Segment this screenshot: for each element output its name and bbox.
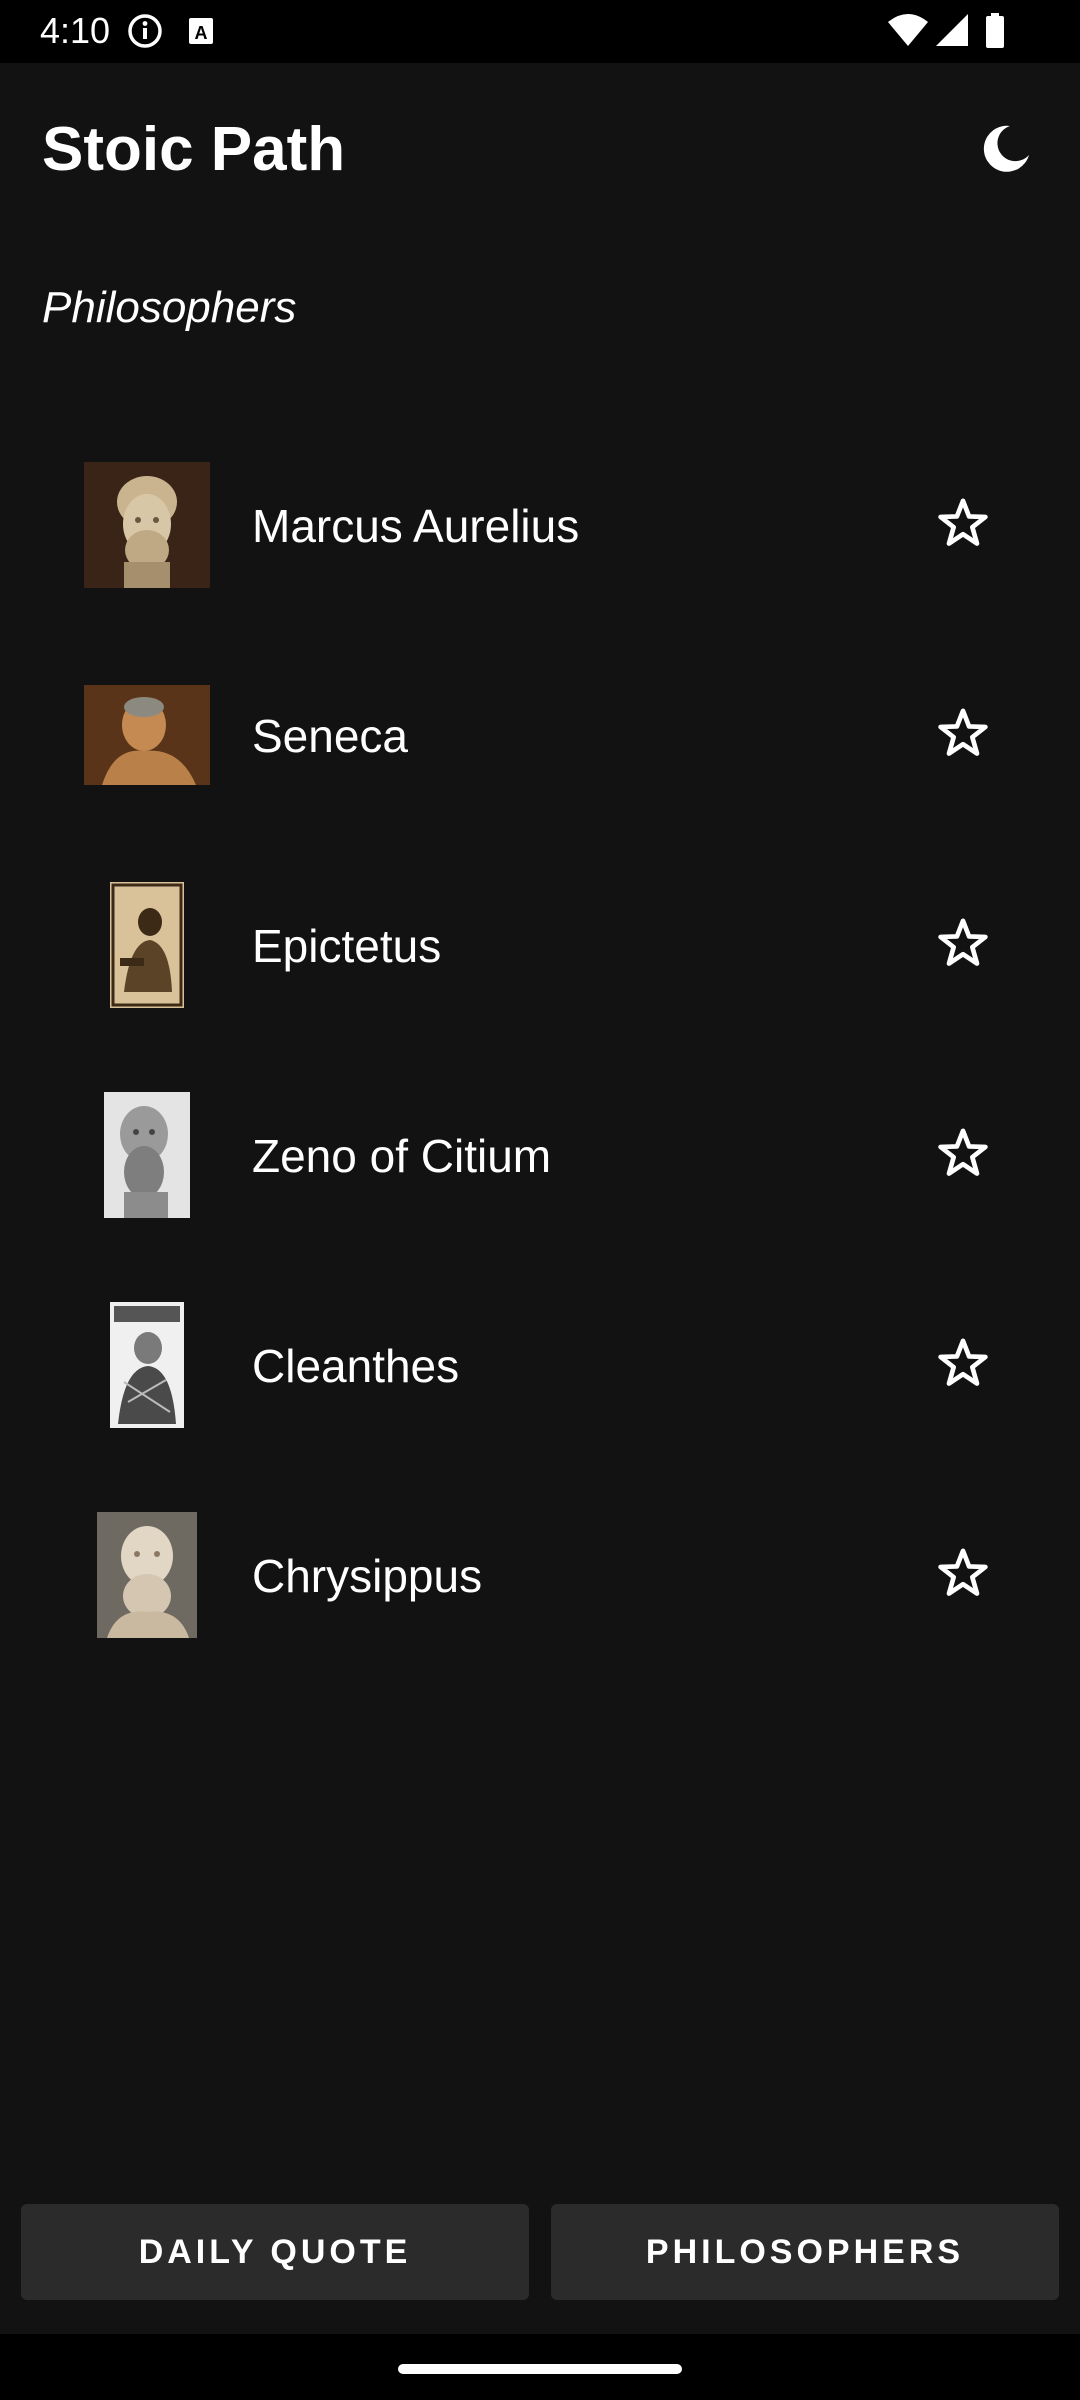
philosopher-list: Marcus Aurelius Seneca Epictetus Zeno of… — [0, 440, 1080, 1700]
philosopher-name: Seneca — [252, 710, 409, 762]
info-icon — [126, 12, 164, 50]
star-outline-icon — [935, 495, 991, 556]
list-item[interactable]: Seneca — [0, 650, 1080, 860]
section-title: Philosophers — [42, 283, 297, 332]
favorite-button[interactable] — [930, 1542, 996, 1608]
star-outline-icon — [935, 1335, 991, 1396]
philosopher-name: Marcus Aurelius — [252, 500, 580, 552]
battery-icon — [984, 12, 1006, 50]
favorite-button[interactable] — [930, 492, 996, 558]
philosopher-portrait — [84, 1512, 210, 1638]
cellular-signal-icon — [934, 12, 970, 50]
status-bar: 4:10 A — [0, 0, 1080, 63]
star-outline-icon — [935, 1125, 991, 1186]
list-item[interactable]: Zeno of Citium — [0, 1070, 1080, 1280]
favorite-button[interactable] — [930, 1122, 996, 1188]
gesture-nav-area — [0, 2334, 1080, 2400]
philosopher-name: Zeno of Citium — [252, 1130, 552, 1182]
moon-icon — [980, 123, 1032, 180]
philosopher-portrait — [84, 462, 210, 588]
svg-text:A: A — [195, 23, 208, 43]
daily-quote-button[interactable]: DAILY QUOTE — [21, 2204, 529, 2300]
list-item[interactable]: Cleanthes — [0, 1280, 1080, 1490]
star-outline-icon — [935, 915, 991, 976]
favorite-button[interactable] — [930, 912, 996, 978]
status-time: 4:10 — [40, 10, 111, 51]
philosopher-name: Epictetus — [252, 920, 442, 972]
philosophers-button[interactable]: PHILOSOPHERS — [551, 2204, 1059, 2300]
home-gesture-handle[interactable] — [398, 2364, 682, 2374]
app-title: Stoic Path — [42, 115, 346, 184]
philosopher-portrait — [84, 672, 210, 798]
a-notification-icon: A — [186, 12, 216, 50]
philosopher-portrait — [84, 1092, 210, 1218]
philosopher-portrait — [84, 882, 210, 1008]
list-item[interactable]: Marcus Aurelius — [0, 440, 1080, 650]
favorite-button[interactable] — [930, 702, 996, 768]
list-item[interactable]: Epictetus — [0, 860, 1080, 1070]
philosopher-name: Chrysippus — [252, 1550, 483, 1602]
star-outline-icon — [935, 1545, 991, 1606]
list-item[interactable]: Chrysippus — [0, 1490, 1080, 1700]
theme-toggle-button[interactable] — [970, 115, 1042, 187]
wifi-icon — [886, 12, 930, 50]
philosopher-name: Cleanthes — [252, 1340, 460, 1392]
star-outline-icon — [935, 705, 991, 766]
bottom-nav: DAILY QUOTE PHILOSOPHERS — [0, 2204, 1080, 2300]
favorite-button[interactable] — [930, 1332, 996, 1398]
app-screen: 4:10 A Stoic Path Philosophers Marcus Au… — [0, 0, 1080, 2400]
philosopher-portrait — [84, 1302, 210, 1428]
